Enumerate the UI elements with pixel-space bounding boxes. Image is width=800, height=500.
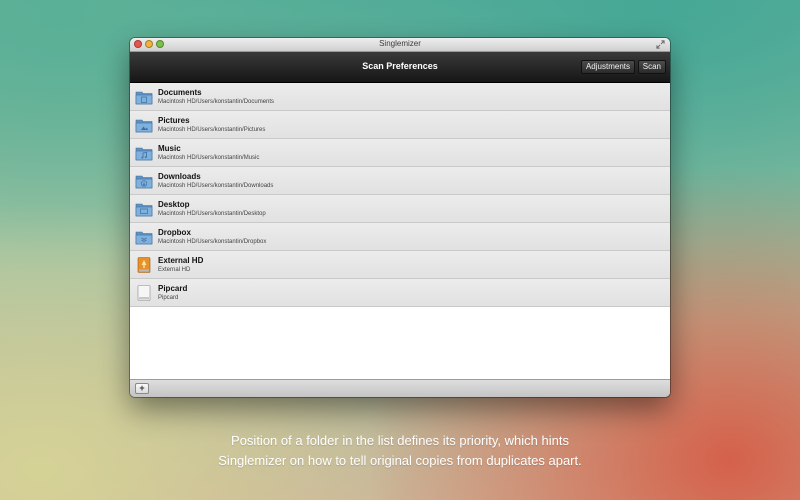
folder-path: External HD [158, 266, 191, 273]
caption-line-2: Singlemizer on how to tell original copi… [218, 453, 582, 468]
window-title: Singlemizer [379, 39, 421, 48]
folder-row-pipcard[interactable]: Pipcard Pipcard [130, 279, 670, 307]
folder-name: External HD [158, 255, 204, 265]
removable-drive-icon [137, 284, 151, 301]
folder-row-desktop[interactable]: Desktop Macintosh HD/Users/konstantin/De… [130, 195, 670, 223]
folder-path: Macintosh HD/Users/konstantin/Desktop [158, 210, 266, 217]
app-window: Singlemizer Scan Preferences Adjustments… [130, 38, 670, 397]
folder-path: Macintosh HD/Users/konstantin/Downloads [158, 182, 274, 189]
add-folder-button[interactable]: + [135, 383, 149, 394]
adjustments-button[interactable]: Adjustments [580, 60, 635, 74]
folder-row-pictures[interactable]: Pictures Macintosh HD/Users/konstantin/P… [130, 111, 670, 139]
folder-list: Documents Macintosh HD/Users/konstantin/… [130, 83, 670, 379]
folder-path: Macintosh HD/Users/konstantin/Music [158, 154, 260, 161]
folder-name: Desktop [158, 199, 190, 209]
folder-path: Macintosh HD/Users/konstantin/Pictures [158, 126, 266, 133]
desktop-folder-icon [135, 203, 153, 216]
folder-path: Pipcard [158, 294, 179, 301]
toolbar: Scan Preferences Adjustments Scan [130, 52, 670, 83]
folder-name: Music [158, 143, 181, 153]
folder-name: Pipcard [158, 283, 188, 293]
caption: Position of a folder in the list defines… [150, 431, 650, 471]
caption-line-1: Position of a folder in the list defines… [231, 433, 569, 448]
folder-row-external-hd[interactable]: External HD External HD [130, 251, 670, 279]
folder-path: Macintosh HD/Users/konstantin/Dropbox [158, 238, 267, 245]
folder-row-music[interactable]: Music Macintosh HD/Users/konstantin/Musi… [130, 139, 670, 167]
folder-row-dropbox[interactable]: Dropbox Macintosh HD/Users/konstantin/Dr… [130, 223, 670, 251]
downloads-folder-icon [135, 175, 153, 188]
documents-folder-icon [135, 91, 153, 104]
scan-button[interactable]: Scan [637, 60, 666, 74]
folder-name: Documents [158, 87, 202, 97]
dropbox-folder-icon [135, 231, 153, 244]
music-folder-icon [135, 147, 153, 160]
folder-row-documents[interactable]: Documents Macintosh HD/Users/konstantin/… [130, 83, 670, 111]
external-drive-icon [137, 256, 151, 273]
bottom-bar: + [130, 379, 670, 397]
folder-row-downloads[interactable]: Downloads Macintosh HD/Users/konstantin/… [130, 167, 670, 195]
fullscreen-icon[interactable] [656, 40, 665, 49]
title-bar[interactable]: Singlemizer [130, 38, 670, 52]
pictures-folder-icon [135, 119, 153, 132]
folder-name: Downloads [158, 171, 201, 181]
folder-name: Pictures [158, 115, 190, 125]
folder-name: Dropbox [158, 227, 191, 237]
folder-path: Macintosh HD/Users/konstantin/Documents [158, 98, 275, 105]
